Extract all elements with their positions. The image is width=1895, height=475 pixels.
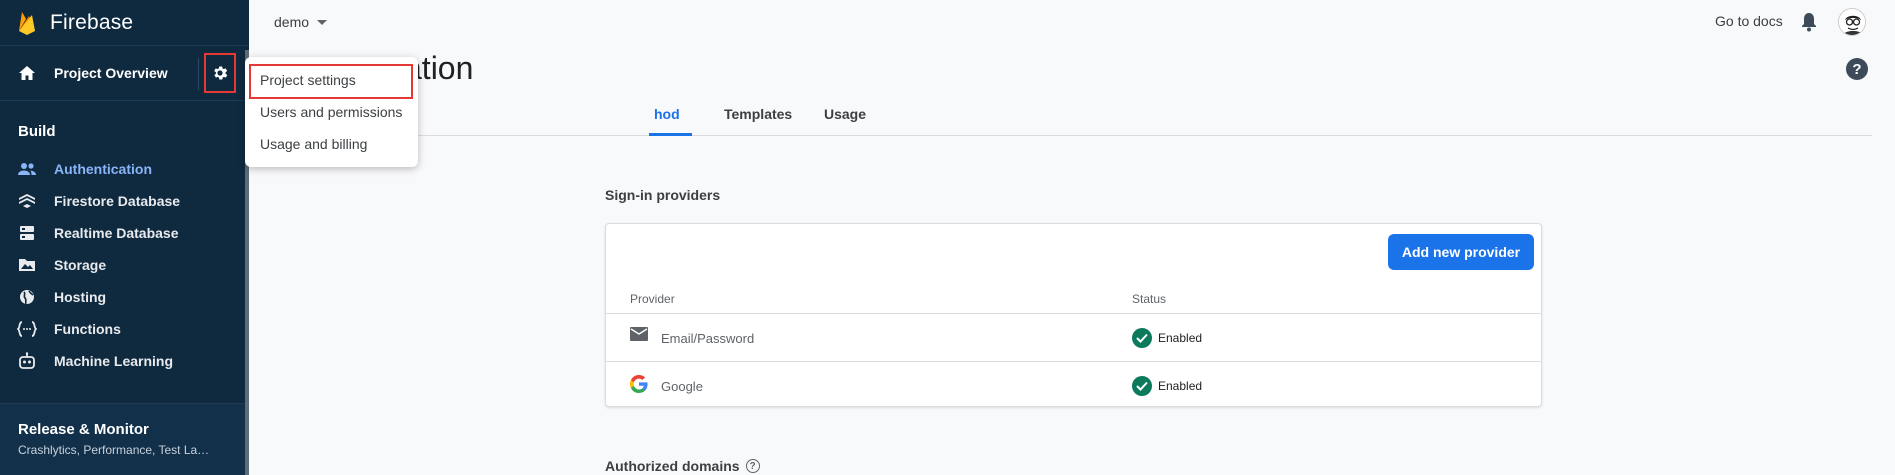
bell-icon[interactable] [1801, 12, 1817, 37]
table-row[interactable]: Google Enabled [606, 362, 1541, 410]
menu-item-usage-billing[interactable]: Usage and billing [245, 128, 418, 160]
sidebar-item-label: Machine Learning [54, 353, 174, 369]
project-selector[interactable]: demo [274, 14, 328, 30]
sidebar-item-label: Functions [54, 321, 121, 337]
mail-icon [630, 327, 648, 344]
active-tab-indicator [649, 133, 692, 136]
release-monitor-title: Release & Monitor [18, 421, 149, 438]
status-badge: Enabled [1132, 328, 1202, 348]
google-icon [629, 374, 648, 396]
avatar[interactable] [1838, 8, 1866, 36]
providers-card: Add new provider Provider Status Email/P… [605, 223, 1542, 407]
settings-gear-button[interactable] [204, 53, 236, 93]
table-row[interactable]: Email/Password Enabled [606, 314, 1541, 362]
settings-dropdown-menu: Project settings Users and permissions U… [245, 57, 418, 167]
firebase-logo-icon [19, 11, 35, 35]
sidebar-item-label: Hosting [54, 289, 107, 305]
sidebar-item-storage[interactable]: Storage [0, 249, 249, 281]
build-section-title: Build [18, 123, 56, 140]
sidebar-item-machine-learning[interactable]: Machine Learning [0, 345, 249, 377]
check-circle-icon [1132, 328, 1152, 348]
topbar: demo Go to docs [249, 0, 1895, 46]
provider-name: Email/Password [661, 331, 755, 346]
check-circle-icon [1132, 376, 1152, 396]
provider-name: Google [661, 379, 703, 394]
status-badge: Enabled [1132, 376, 1202, 396]
database-icon [0, 225, 54, 241]
sidebar-item-firestore[interactable]: Firestore Database [0, 185, 249, 217]
caret-down-icon [317, 19, 328, 25]
globe-icon [0, 289, 54, 305]
tab-bar: hod Templates Usage [249, 104, 1872, 136]
sidebar-item-label: Realtime Database [54, 225, 179, 241]
divider [198, 58, 199, 90]
release-monitor-subtitle: Crashlytics, Performance, Test La… [18, 443, 210, 457]
tab-usage[interactable]: Usage [824, 106, 866, 122]
sidebar-item-label: Storage [54, 257, 107, 273]
robot-icon [0, 352, 54, 370]
gear-icon [214, 66, 228, 80]
tab-sign-in-method[interactable]: hod [654, 106, 680, 122]
sidebar-item-hosting[interactable]: Hosting [0, 281, 249, 313]
status-text: Enabled [1158, 379, 1203, 393]
sidebar-item-label: Firestore Database [54, 193, 181, 209]
sidebar-item-realtime-database[interactable]: Realtime Database [0, 217, 249, 249]
brand[interactable]: Firebase [0, 0, 249, 46]
project-name: demo [274, 14, 310, 30]
table-header: Provider Status [606, 286, 1541, 314]
release-monitor-section[interactable]: Release & Monitor Crashlytics, Performan… [0, 403, 245, 475]
status-text: Enabled [1158, 331, 1203, 345]
help-circle-icon[interactable]: ? [745, 459, 760, 473]
sidebar-item-authentication[interactable]: Authentication [0, 153, 249, 185]
functions-icon [0, 321, 54, 337]
go-to-docs-link[interactable]: Go to docs [1715, 13, 1783, 29]
sidebar-item-label: Authentication [54, 161, 152, 177]
menu-item-project-settings[interactable]: Project settings [245, 64, 418, 99]
people-icon [0, 162, 54, 176]
help-icon[interactable]: ? [1846, 58, 1868, 80]
add-new-provider-button[interactable]: Add new provider [1388, 234, 1534, 270]
tab-templates[interactable]: Templates [724, 106, 792, 122]
authorized-domains-title: Authorized domains ? [605, 458, 760, 474]
sign-in-providers-title: Sign-in providers [605, 187, 721, 203]
home-icon [0, 65, 54, 81]
menu-item-users-permissions[interactable]: Users and permissions [245, 96, 418, 128]
column-header-status: Status [1132, 292, 1167, 306]
sidebar: Firebase Project Overview Build Authenti… [0, 0, 249, 475]
firestore-icon [0, 193, 54, 209]
column-header-provider: Provider [630, 292, 675, 306]
sidebar-item-functions[interactable]: Functions [0, 313, 249, 345]
authorized-domains-label: Authorized domains [605, 458, 740, 474]
brand-name: Firebase [50, 10, 134, 34]
storage-icon [0, 258, 54, 272]
